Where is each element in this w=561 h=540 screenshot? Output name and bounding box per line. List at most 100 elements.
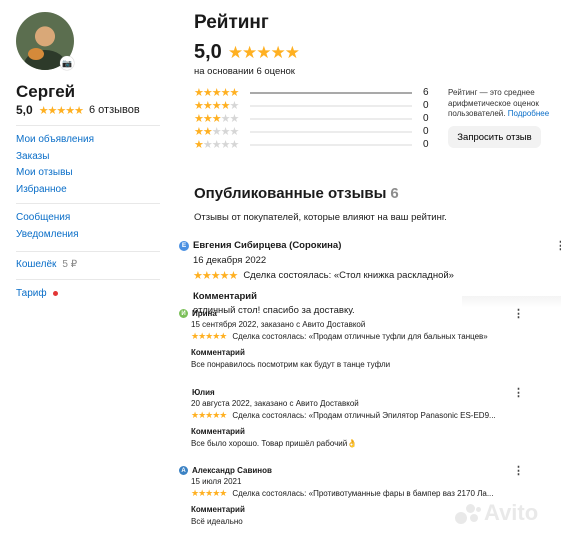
- star-icon: ★: [202, 113, 213, 125]
- nav-my-ads[interactable]: Мои объявления: [16, 132, 94, 149]
- seller-rating: 5,0 ★★★★★ 6 отзывов: [16, 103, 140, 117]
- review-stars: ★★★★★: [191, 410, 227, 420]
- divider: [16, 203, 160, 204]
- rating-title: Рейтинг: [194, 12, 269, 33]
- review-stars: ★★★★★: [193, 270, 238, 282]
- review-comment-title: Комментарий: [191, 348, 245, 357]
- more-options-icon[interactable]: ⋮: [555, 239, 561, 252]
- tariff-link[interactable]: Тариф: [16, 288, 47, 299]
- star-icon: ★: [220, 100, 231, 112]
- review-item: И Ирина 15 сентября 2022, заказано с Ави…: [179, 307, 549, 369]
- star-icon: ★: [202, 139, 213, 151]
- tariff-alert-dot: [52, 291, 58, 296]
- star-icon: ★: [194, 126, 204, 138]
- review-header: Е Евгения Сибирцева (Сорокина): [179, 240, 549, 251]
- rating-value: 5,0: [194, 41, 222, 63]
- review-comment: Все понравилось посмотрим как будут в та…: [191, 360, 391, 369]
- rating-row-count: 0: [423, 113, 429, 124]
- rating-stars: ★★★★★: [227, 42, 300, 62]
- star-icon: ★: [229, 126, 240, 138]
- nav-group-main: Мои объявления Заказы Мои отзывы Избранн…: [16, 132, 94, 198]
- reviewer-name[interactable]: Александр Савинов: [192, 466, 272, 475]
- request-review-button[interactable]: Запросить отзыв: [448, 126, 541, 148]
- nav-my-reviews[interactable]: Мои отзывы: [16, 165, 94, 182]
- rating-row-bar: [250, 105, 412, 107]
- rating-row-stars: ★★★★★: [194, 125, 246, 138]
- rating-row-4: ★★★★★ 0: [194, 99, 434, 112]
- tariff[interactable]: Тариф: [16, 288, 58, 299]
- star-icon: ★: [211, 139, 222, 151]
- wallet-label[interactable]: Кошелёк: [16, 259, 56, 270]
- star-icon: ★: [194, 139, 204, 151]
- nav-favorites[interactable]: Избранное: [16, 182, 94, 199]
- avatar-cat: [28, 48, 44, 60]
- divider: [16, 279, 160, 280]
- avito-watermark: Avito: [455, 500, 538, 526]
- rating-row-bar: [250, 92, 412, 94]
- divider: [16, 251, 160, 252]
- overlay-strip: [462, 296, 561, 308]
- seller-rating-value: 5,0: [16, 103, 33, 117]
- star-icon: ★: [194, 87, 204, 99]
- star-icon: ★: [202, 126, 213, 138]
- rating-info-link[interactable]: Подробнее: [508, 109, 550, 118]
- nav-messages[interactable]: Сообщения: [16, 210, 79, 227]
- star-icon: ★: [211, 87, 222, 99]
- star-icon: ★: [229, 139, 240, 151]
- published-description: Отзывы от покупателей, которые влияют на…: [194, 212, 447, 223]
- star-icon: ★: [229, 113, 240, 125]
- review-date: 20 августа 2022, заказано с Авито Достав…: [191, 399, 359, 408]
- reviewer-avatar[interactable]: [179, 388, 188, 397]
- review-deal: ★★★★★ Сделка состоялась: «Противотуманны…: [191, 488, 549, 499]
- seller-reviews-count: 6 отзывов: [89, 104, 140, 116]
- nav-group-messages: Сообщения Уведомления: [16, 210, 79, 243]
- review-deal: ★★★★★ Сделка состоялась: «Стол книжка ра…: [193, 269, 549, 282]
- star-icon: ★: [202, 87, 213, 99]
- more-options-icon[interactable]: ⋮: [513, 464, 524, 477]
- more-options-icon[interactable]: ⋮: [513, 386, 524, 399]
- rating-summary: 5,0 ★★★★★: [194, 41, 300, 64]
- wallet-balance: 5 ₽: [62, 259, 78, 270]
- nav-notifications[interactable]: Уведомления: [16, 227, 79, 244]
- rating-row-bar: [250, 131, 412, 133]
- review-deal-text: Сделка состоялась: «Стол книжка раскладн…: [243, 270, 454, 281]
- more-options-icon[interactable]: ⋮: [513, 307, 524, 320]
- rating-row-stars: ★★★★★: [194, 112, 246, 125]
- rating-row-bar-fill: [250, 92, 412, 94]
- star-icon: ★: [229, 100, 240, 112]
- star-icon: ★: [211, 100, 222, 112]
- star-icon: ★: [220, 139, 231, 151]
- reviewer-avatar[interactable]: Е: [179, 240, 189, 251]
- published-reviews-title: Опубликованные отзывы 6: [194, 185, 399, 202]
- rating-row-count: 0: [423, 126, 429, 137]
- reviewer-name[interactable]: Ирина: [192, 309, 217, 318]
- seller-rating-stars: ★★★★★: [38, 104, 84, 117]
- review-stars: ★★★★★: [191, 488, 227, 498]
- review-header: Юлия: [179, 388, 549, 397]
- published-title-text: Опубликованные отзывы: [194, 185, 387, 202]
- rating-row-2: ★★★★★ 0: [194, 125, 434, 138]
- reviewer-avatar[interactable]: И: [179, 309, 188, 318]
- divider: [16, 125, 160, 126]
- review-comment: Все было хорошо. Товар пришёл рабочий👌: [191, 439, 358, 448]
- star-icon: ★: [229, 87, 240, 99]
- rating-row-bar: [250, 118, 412, 120]
- review-item: Юлия 20 августа 2022, заказано с Авито Д…: [179, 386, 549, 448]
- camera-icon[interactable]: 📷: [60, 56, 74, 70]
- review-deal-text: Сделка состоялась: «Противотуманные фары…: [232, 489, 494, 498]
- reviewer-avatar[interactable]: А: [179, 466, 188, 475]
- review-date: 15 сентября 2022, заказано с Авито Доста…: [191, 320, 366, 329]
- seller-name: Сергей: [16, 82, 76, 101]
- rating-distribution: ★★★★★ 6 ★★★★★ 0 ★★★★★ 0 ★★★★★ 0 ★★★★★ 0: [194, 86, 434, 151]
- reviewer-name[interactable]: Евгения Сибирцева (Сорокина): [193, 240, 341, 251]
- nav-orders[interactable]: Заказы: [16, 149, 94, 166]
- reviewer-name[interactable]: Юлия: [192, 388, 215, 397]
- rating-row-count: 0: [423, 139, 429, 150]
- wallet[interactable]: Кошелёк 5 ₽: [16, 259, 77, 270]
- review-stars: ★★★★★: [191, 331, 227, 341]
- rating-row-stars: ★★★★★: [194, 99, 246, 112]
- review-deal-text: Сделка состоялась: «Продам отличные туфл…: [232, 332, 488, 341]
- rating-row-count: 0: [423, 100, 429, 111]
- review-comment-title: Комментарий: [191, 427, 245, 436]
- star-icon: ★: [202, 100, 213, 112]
